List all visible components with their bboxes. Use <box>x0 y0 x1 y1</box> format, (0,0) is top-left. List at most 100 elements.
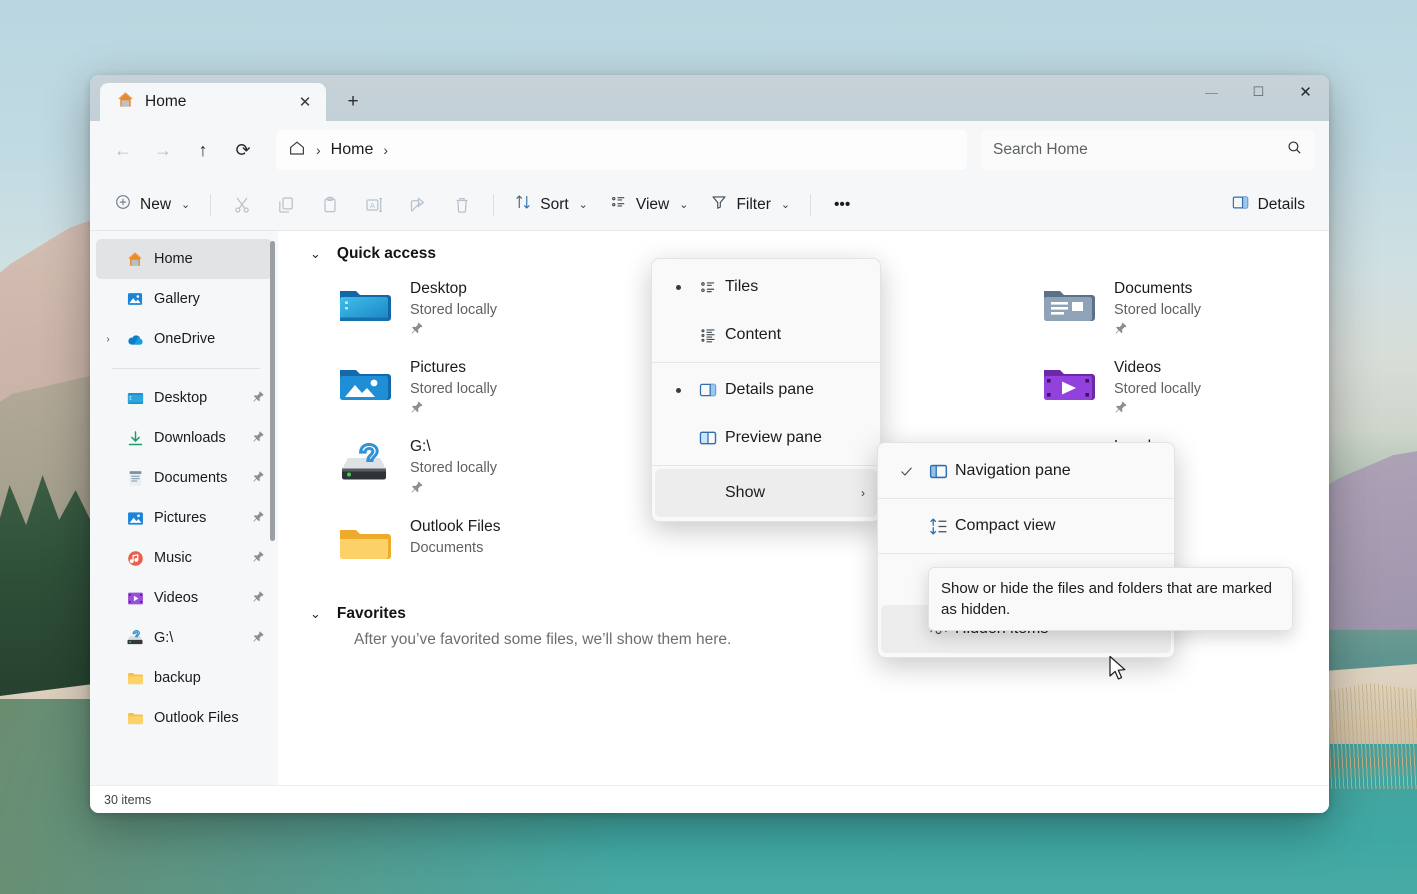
close-tab-button[interactable]: ✕ <box>292 89 318 115</box>
folder-icon <box>124 669 146 688</box>
sidebar-item-label: Outlook Files <box>154 710 242 726</box>
sort-button[interactable]: Sort ⌄ <box>504 187 598 223</box>
status-bar: 30 items <box>90 785 1329 813</box>
view-button-label: View <box>636 196 669 214</box>
tile-text: Outlook Files Documents <box>410 515 500 558</box>
item-name: Pictures <box>410 358 497 379</box>
pictures-folder-icon <box>336 356 392 412</box>
music-folder-icon <box>124 549 146 568</box>
sidebar-item-music[interactable]: Music <box>96 538 272 578</box>
search-box[interactable] <box>981 130 1315 170</box>
new-button[interactable]: New ⌄ <box>104 187 200 223</box>
sidebar-item-pictures[interactable]: Pictures <box>96 498 272 538</box>
new-tab-button[interactable]: + <box>336 87 370 117</box>
menu-item-content[interactable]: Content <box>655 311 877 359</box>
view-button[interactable]: View ⌄ <box>600 187 699 223</box>
quick-access-item-drive-g[interactable]: G:\ Stored locally <box>310 427 662 504</box>
menu-item-show[interactable]: Show › <box>655 469 877 517</box>
home-icon[interactable] <box>288 139 306 162</box>
cut-button[interactable] <box>221 187 263 223</box>
chevron-down-icon[interactable]: ⌄ <box>310 606 321 622</box>
refresh-button[interactable]: ⟳ <box>224 131 262 169</box>
folder-icon <box>336 515 392 571</box>
rename-button[interactable]: A <box>353 187 395 223</box>
sidebar-item-onedrive[interactable]: › OneDrive <box>96 319 272 359</box>
item-sub: Stored locally <box>1114 300 1201 320</box>
more-options-button[interactable]: ••• <box>821 187 863 223</box>
quick-access-item-videos[interactable]: Videos Stored locally <box>1014 348 1329 425</box>
menu-item-navigation-pane[interactable]: Navigation pane <box>881 447 1171 495</box>
sidebar-item-drive-g[interactable]: G:\ <box>96 618 272 658</box>
sidebar-item-label: G:\ <box>154 630 242 646</box>
videos-folder-icon <box>1040 356 1096 412</box>
navigation-pane-icon <box>921 461 955 482</box>
back-button[interactable]: ← <box>104 131 142 169</box>
pin-icon[interactable] <box>250 510 266 526</box>
quick-access-item-desktop[interactable]: Desktop Stored locally <box>310 269 662 346</box>
preview-pane-icon <box>691 428 725 448</box>
chevron-down-icon: ⌄ <box>781 198 790 211</box>
folder-icon <box>124 709 146 728</box>
pin-icon[interactable] <box>250 550 266 566</box>
tile-text: Desktop Stored locally <box>410 277 497 338</box>
sidebar-item-videos[interactable]: Videos <box>96 578 272 618</box>
chevron-down-icon[interactable]: ⌄ <box>310 246 321 262</box>
up-button[interactable]: ↑ <box>184 131 222 169</box>
filter-funnel-icon <box>710 193 728 216</box>
pin-icon[interactable] <box>250 470 266 486</box>
tab-home[interactable]: Home ✕ <box>100 83 326 121</box>
sidebar-item-label: Gallery <box>154 291 242 307</box>
desktop-folder-icon <box>124 389 146 408</box>
menu-item-preview-pane[interactable]: Preview pane <box>655 414 877 462</box>
sidebar-item-home[interactable]: Home <box>96 239 272 279</box>
favorites-empty-text: After you’ve favorited some files, we’ll… <box>354 631 1329 649</box>
pin-icon[interactable] <box>250 630 266 646</box>
share-button[interactable] <box>397 187 439 223</box>
forward-button[interactable]: → <box>144 131 182 169</box>
tab-title: Home <box>145 93 282 111</box>
sort-icon <box>514 193 532 216</box>
quick-access-item-outlook-files[interactable]: Outlook Files Documents <box>310 507 662 579</box>
close-window-button[interactable]: ✕ <box>1282 75 1329 109</box>
pin-icon[interactable] <box>250 390 266 406</box>
sidebar-item-backup[interactable]: backup <box>96 658 272 698</box>
search-input[interactable] <box>993 141 1286 159</box>
menu-item-tiles[interactable]: Tiles <box>655 263 877 311</box>
pin-icon <box>1114 321 1201 338</box>
sidebar-item-outlook-files[interactable]: Outlook Files <box>96 698 272 738</box>
item-sub: Stored locally <box>410 379 497 399</box>
quick-access-item-documents[interactable]: Documents Stored locally <box>1014 269 1329 346</box>
tiles-icon <box>691 278 725 297</box>
search-icon[interactable] <box>1286 139 1303 161</box>
delete-button[interactable] <box>441 187 483 223</box>
sidebar-item-documents[interactable]: Documents <box>96 458 272 498</box>
sidebar-item-gallery[interactable]: Gallery <box>96 279 272 319</box>
pin-icon <box>410 400 497 417</box>
breadcrumb[interactable]: › Home › <box>276 130 967 170</box>
breadcrumb-separator-2[interactable]: › <box>377 142 394 158</box>
filter-button[interactable]: Filter ⌄ <box>700 187 800 223</box>
pin-icon <box>410 480 497 497</box>
sidebar-item-desktop[interactable]: Desktop <box>96 378 272 418</box>
breadcrumb-current[interactable]: Home <box>331 141 374 159</box>
quick-access-item-pictures[interactable]: Pictures Stored locally <box>310 348 662 425</box>
details-pane-button[interactable]: Details <box>1221 187 1315 223</box>
toolbar-separator-2 <box>493 194 494 216</box>
menu-item-compact-view[interactable]: Compact view <box>881 502 1171 550</box>
chevron-right-icon[interactable]: › <box>100 334 116 345</box>
videos-folder-icon <box>124 589 146 608</box>
minimize-button[interactable]: — <box>1188 75 1235 109</box>
paste-button[interactable] <box>309 187 351 223</box>
sidebar-item-downloads[interactable]: Downloads <box>96 418 272 458</box>
pin-icon[interactable] <box>250 590 266 606</box>
copy-button[interactable] <box>265 187 307 223</box>
selected-bullet <box>665 388 691 393</box>
desktop-folder-icon <box>336 277 392 333</box>
home-orange-icon <box>124 250 146 268</box>
pin-icon <box>410 321 497 338</box>
home-tab-icon <box>116 90 135 114</box>
menu-item-details-pane[interactable]: Details pane <box>655 366 877 414</box>
sidebar-scrollbar-thumb[interactable] <box>270 241 275 541</box>
maximize-button[interactable]: ☐ <box>1235 75 1282 109</box>
pin-icon[interactable] <box>250 430 266 446</box>
